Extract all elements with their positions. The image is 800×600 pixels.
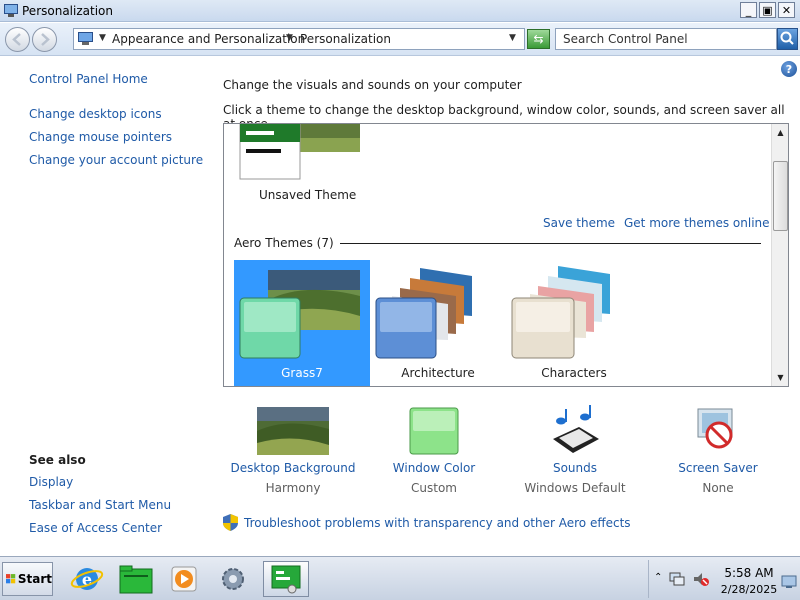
start-label: Start xyxy=(17,572,52,586)
internet-explorer-button[interactable]: e xyxy=(67,561,107,597)
option-label[interactable]: Sounds xyxy=(505,461,645,475)
personalization-app-icon xyxy=(4,4,18,17)
control-panel-icon xyxy=(271,565,301,594)
system-tray: ⌃ 5:58 AM 2/28/2025 xyxy=(648,560,800,598)
option-value: Custom xyxy=(411,481,457,495)
window-color-icon xyxy=(409,407,459,455)
option-value: Windows Default xyxy=(524,481,626,495)
architecture-preview-icon xyxy=(375,268,472,359)
address-dropdown-icon[interactable]: ▼ xyxy=(509,33,516,43)
aero-themes-heading: Aero Themes (7) xyxy=(234,236,340,250)
window-color-option[interactable]: Window Color Custom xyxy=(364,405,504,500)
breadcrumb-item[interactable]: Appearance and Personalization xyxy=(112,32,305,46)
network-icon[interactable] xyxy=(669,571,685,587)
taskbar: Start e ⌃ 5:58 AM 2/28/2025 xyxy=(0,556,800,600)
refresh-icon: ⇆ xyxy=(533,32,544,46)
unsaved-theme-label[interactable]: Unsaved Theme xyxy=(259,188,356,202)
save-theme-link[interactable]: Save theme xyxy=(543,216,615,230)
windows-logo-icon xyxy=(6,574,16,584)
option-label[interactable]: Window Color xyxy=(364,461,504,475)
media-player-icon xyxy=(171,566,197,592)
display-link[interactable]: Display xyxy=(29,475,73,489)
close-button[interactable]: ✕ xyxy=(778,2,795,18)
settings-button[interactable] xyxy=(213,561,253,597)
address-bar: ▼ Appearance and Personalization ▼ Perso… xyxy=(0,23,800,56)
theme-label: Architecture xyxy=(401,366,475,380)
breadcrumb-separator-icon[interactable]: ▼ xyxy=(99,33,106,43)
change-account-picture-link[interactable]: Change your account picture xyxy=(29,153,203,167)
gear-icon xyxy=(222,568,244,590)
desktop-background-icon xyxy=(257,407,329,455)
control-panel-taskbar-button[interactable] xyxy=(263,561,309,597)
help-button[interactable]: ? xyxy=(781,61,797,77)
theme-grass7[interactable]: Grass7 xyxy=(234,260,370,386)
change-desktop-icons-link[interactable]: Change desktop icons xyxy=(29,107,162,121)
clock-time[interactable]: 5:58 AM xyxy=(719,566,779,580)
refresh-button[interactable]: ⇆ xyxy=(527,29,550,49)
show-desktop-icon[interactable] xyxy=(781,575,797,589)
troubleshoot-aero-link[interactable]: Troubleshoot problems with transparency … xyxy=(244,516,631,530)
change-mouse-pointers-link[interactable]: Change mouse pointers xyxy=(29,130,172,144)
search-input[interactable]: Search Control Panel xyxy=(555,28,777,50)
folder-icon xyxy=(119,565,153,594)
scrollbar-thumb[interactable] xyxy=(773,161,788,231)
start-button[interactable]: Start xyxy=(2,562,53,596)
title-bar: Personalization _ ▣ ✕ xyxy=(0,0,800,22)
back-arrow-icon xyxy=(12,33,21,46)
sounds-icon xyxy=(553,405,599,453)
desktop-background-option[interactable]: Desktop Background Harmony xyxy=(223,405,363,500)
option-value: None xyxy=(702,481,734,495)
control-panel-icon xyxy=(78,32,93,45)
get-more-themes-link[interactable]: Get more themes online xyxy=(624,216,770,230)
theme-architecture[interactable]: Architecture xyxy=(370,260,506,386)
option-label[interactable]: Desktop Background xyxy=(223,461,363,475)
characters-preview-icon xyxy=(511,266,610,359)
see-also-heading: See also xyxy=(29,453,86,467)
file-explorer-button[interactable] xyxy=(116,561,156,597)
internet-explorer-icon: e xyxy=(70,568,104,590)
theme-list-scrollbar[interactable]: ▲ ▼ xyxy=(771,124,788,386)
forward-button[interactable] xyxy=(32,27,57,52)
scroll-down-icon[interactable]: ▼ xyxy=(773,370,788,385)
scroll-up-icon[interactable]: ▲ xyxy=(773,125,788,140)
breadcrumb[interactable]: ▼ Appearance and Personalization ▼ Perso… xyxy=(73,28,525,50)
volume-muted-icon[interactable] xyxy=(693,571,709,587)
clock-date[interactable]: 2/28/2025 xyxy=(715,583,783,596)
back-button[interactable] xyxy=(5,27,30,52)
theme-characters[interactable]: Characters xyxy=(506,260,642,386)
breadcrumb-item[interactable]: Personalization xyxy=(300,32,391,46)
search-icon xyxy=(780,31,794,45)
shield-icon xyxy=(223,514,238,531)
ease-of-access-link[interactable]: Ease of Access Center xyxy=(29,521,162,535)
forward-arrow-icon xyxy=(41,33,50,46)
option-label[interactable]: Screen Saver xyxy=(648,461,788,475)
control-panel-home-link[interactable]: Control Panel Home xyxy=(29,72,148,86)
taskbar-start-menu-link[interactable]: Taskbar and Start Menu xyxy=(29,498,171,512)
minimize-button[interactable]: _ xyxy=(740,2,757,18)
show-hidden-icons-icon[interactable]: ⌃ xyxy=(654,572,662,583)
grass7-preview-icon xyxy=(239,270,360,359)
breadcrumb-separator-icon[interactable]: ▼ xyxy=(286,33,293,43)
search-button[interactable] xyxy=(777,28,798,50)
maximize-button[interactable]: ▣ xyxy=(759,2,776,18)
screen-saver-icon xyxy=(697,408,733,449)
sounds-option[interactable]: Sounds Windows Default xyxy=(505,405,645,500)
option-value: Harmony xyxy=(265,481,321,495)
screen-saver-option[interactable]: Screen Saver None xyxy=(648,405,788,500)
theme-label: Characters xyxy=(541,366,607,380)
media-player-button[interactable] xyxy=(164,561,204,597)
theme-list[interactable]: Unsaved Theme Save theme Get more themes… xyxy=(223,123,789,387)
unsaved-theme-preview-icon xyxy=(239,124,360,180)
unsaved-theme-thumbnail[interactable] xyxy=(238,124,360,181)
window-title: Personalization xyxy=(22,4,113,18)
theme-label: Grass7 xyxy=(281,366,323,380)
page-heading: Change the visuals and sounds on your co… xyxy=(223,78,522,92)
